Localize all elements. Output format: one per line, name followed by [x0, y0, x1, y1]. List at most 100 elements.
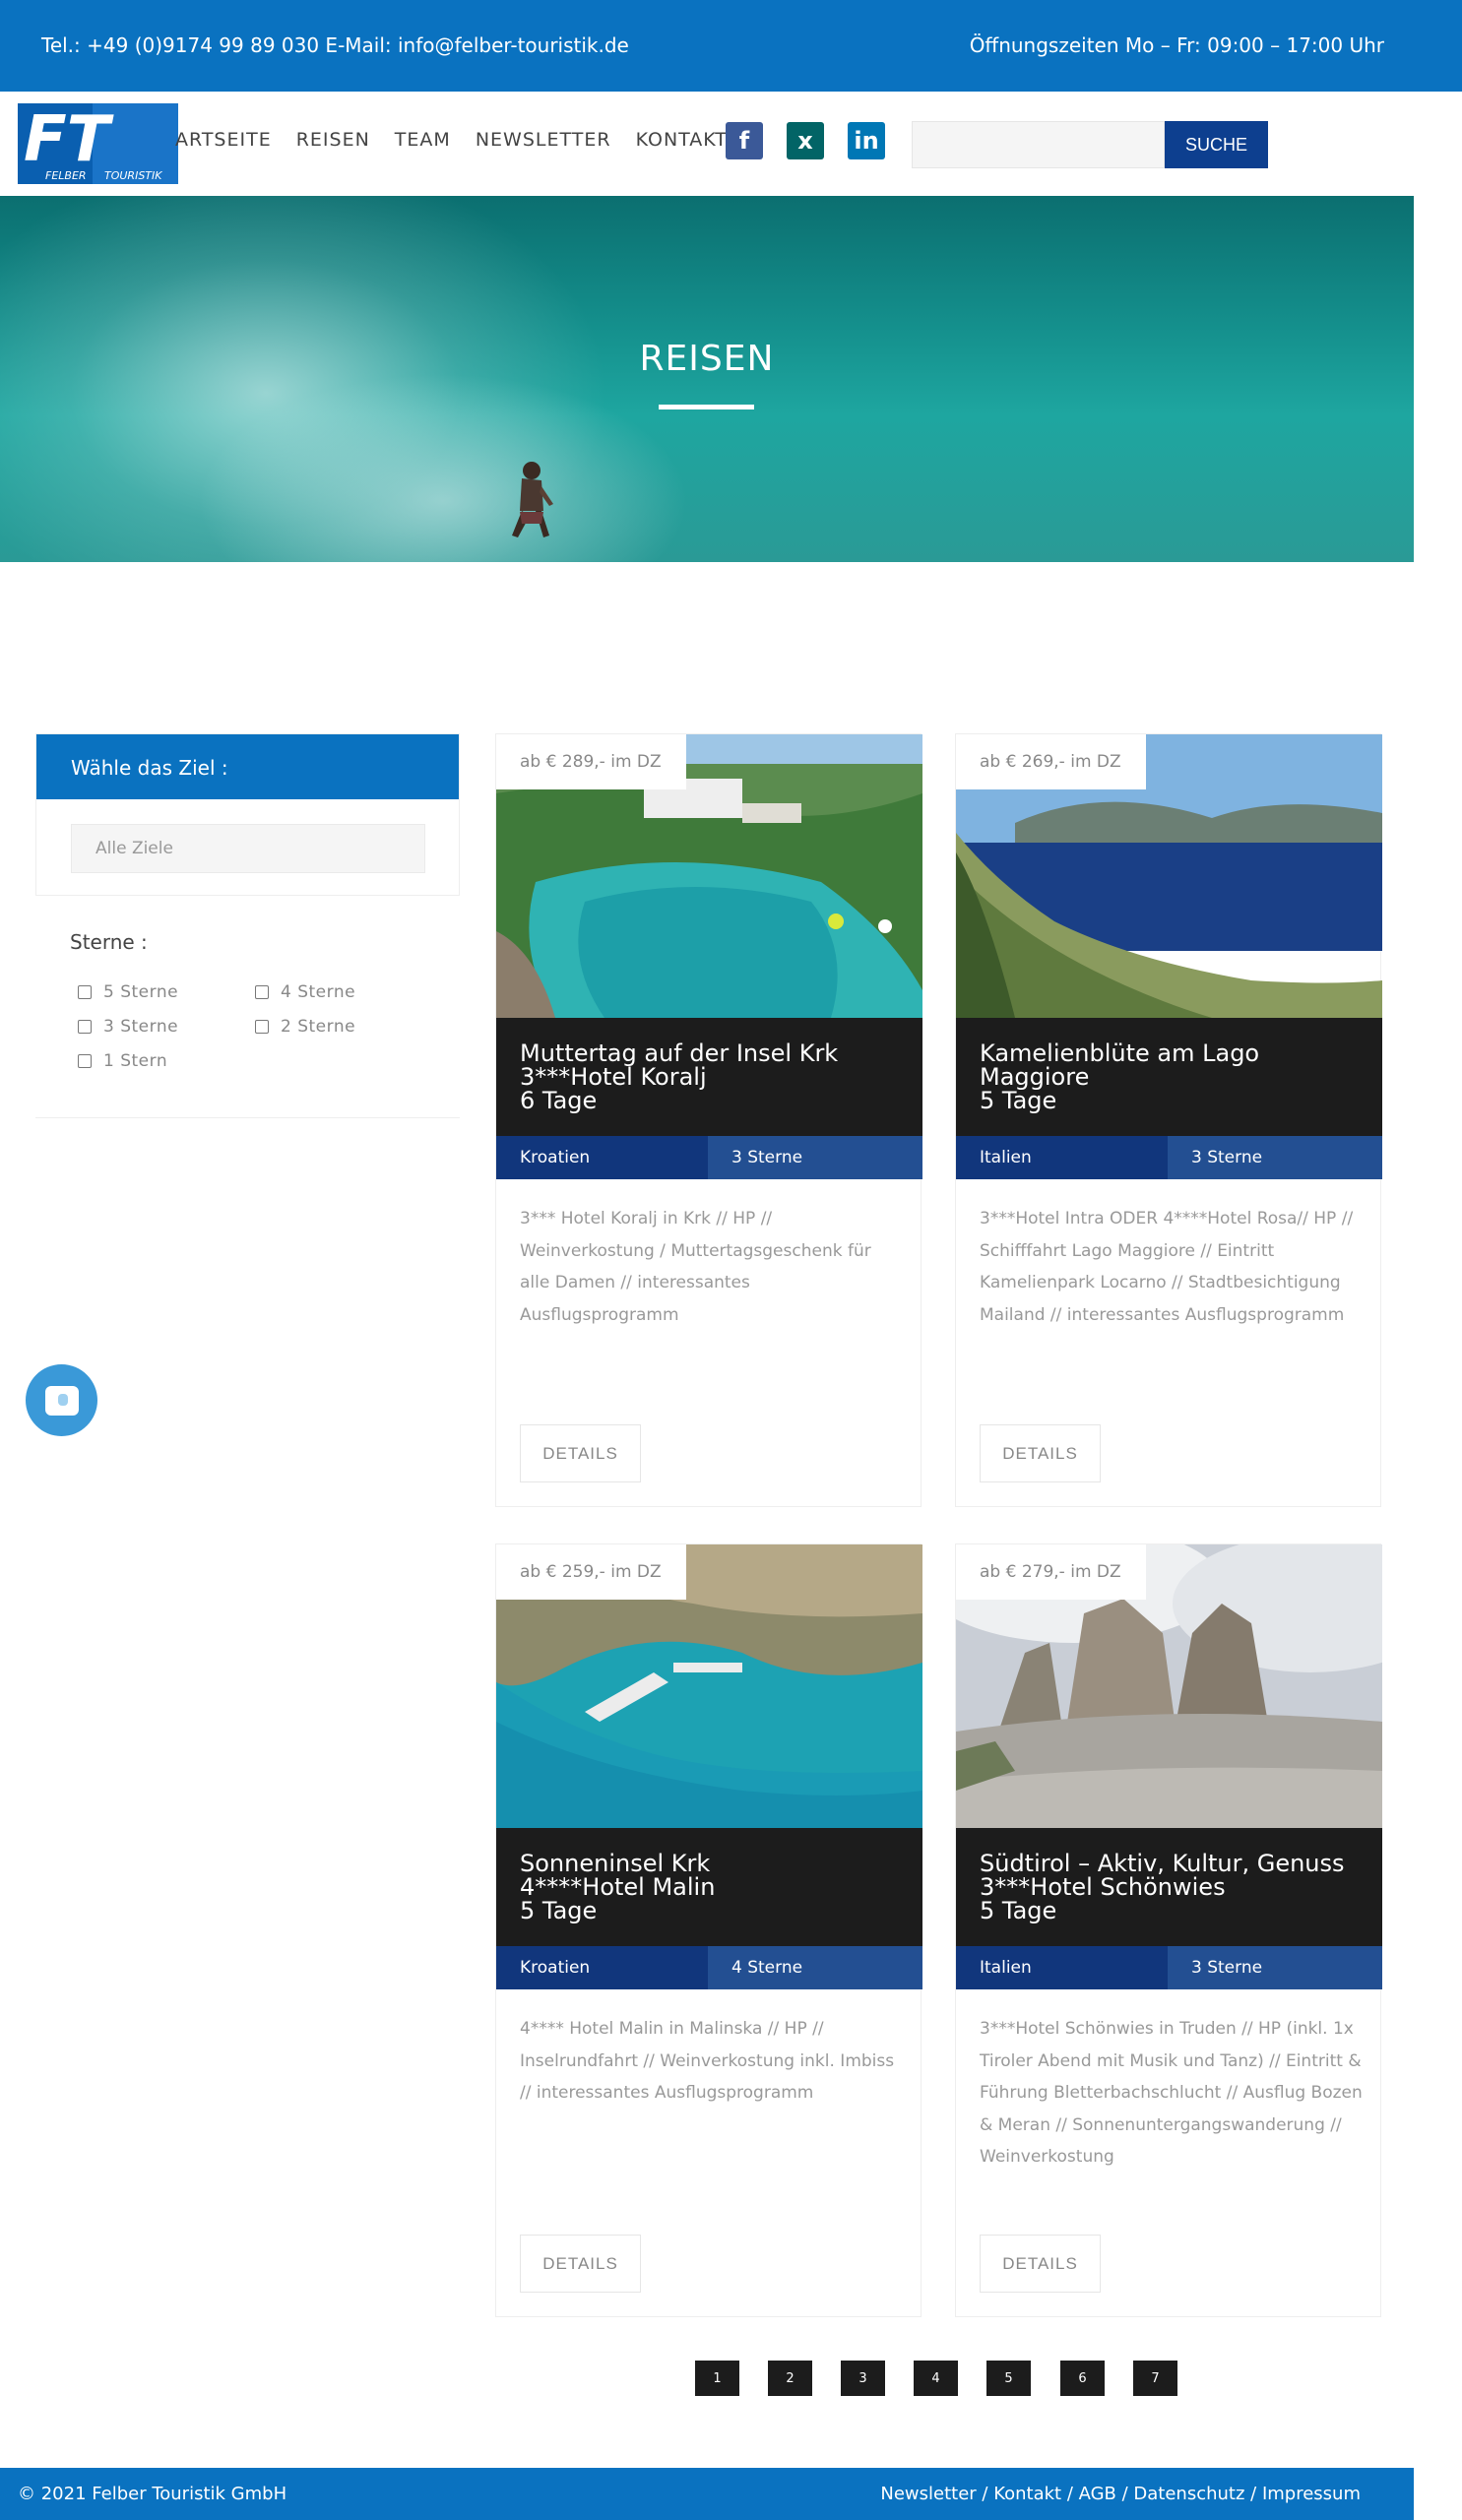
hero-title-underline	[659, 405, 754, 410]
trip-card: ab € 279,- im DZ Südtirol – Aktiv, Kultu…	[955, 1544, 1382, 2317]
destination-filter: Wähle das Ziel : Alle Ziele	[35, 733, 460, 896]
trip-price: ab € 269,- im DZ	[956, 734, 1146, 789]
trip-description: 3***Hotel Intra ODER 4****Hotel Rosa// H…	[980, 1209, 1354, 1325]
trip-title-line: Muttertag auf der Insel Krk	[520, 1040, 839, 1067]
trip-tags: Italien 3 Sterne	[956, 1946, 1382, 1989]
trip-title-line: Kamelienblüte am Lago	[980, 1040, 1260, 1067]
trip-title[interactable]: Sonneninsel Krk 4****Hotel Malin 5 Tage	[496, 1828, 922, 1946]
surfer-image	[512, 462, 553, 537]
trip-title[interactable]: Südtirol – Aktiv, Kultur, Genuss 3***Hot…	[956, 1828, 1382, 1946]
page-5[interactable]: 5	[986, 2361, 1031, 2396]
site-header: FT FELBER TOURISTIK ARTSEITE REISEN TEAM…	[0, 92, 1462, 196]
top-info-bar: Tel.: +49 (0)9174 99 89 030 E-Mail: info…	[0, 0, 1462, 92]
trip-stars-tag: 3 Sterne	[1168, 1946, 1382, 1989]
site-footer: © 2021 Felber Touristik GmbH Newsletter …	[0, 2468, 1414, 2520]
logo-sub2: TOURISTIK	[104, 169, 162, 182]
trip-tags: Italien 3 Sterne	[956, 1136, 1382, 1179]
chat-widget-button[interactable]	[26, 1364, 97, 1436]
trip-card: ab € 259,- im DZ Sonneninsel Krk 4****Ho…	[495, 1544, 922, 2317]
chat-bubble-icon	[44, 1385, 79, 1416]
trip-hotel-line: 3***Hotel Koralj	[520, 1063, 707, 1091]
filter-title: Wähle das Ziel :	[36, 734, 459, 799]
copyright: © 2021 Felber Touristik GmbH	[18, 2484, 287, 2504]
trip-title-line: Sonneninsel Krk	[520, 1850, 711, 1877]
trip-description: 3***Hotel Schönwies in Truden // HP (ink…	[980, 2019, 1363, 2167]
search-button[interactable]: SUCHE	[1165, 121, 1268, 168]
main-navigation: ARTSEITE REISEN TEAM NEWSLETTER KONTAKT	[175, 129, 752, 151]
details-button[interactable]: DETAILS	[980, 1424, 1101, 1482]
trip-duration-line: 6 Tage	[520, 1087, 598, 1114]
sidebar-divider	[35, 1117, 460, 1118]
xing-icon[interactable]: x	[787, 122, 824, 159]
nav-newsletter[interactable]: NEWSLETTER	[476, 129, 611, 151]
checkbox[interactable]	[255, 1020, 269, 1034]
star-option-4[interactable]: 4 Sterne	[255, 982, 355, 1002]
trip-description: 4**** Hotel Malin in Malinska // HP // I…	[520, 2019, 895, 2103]
trip-country-tag: Italien	[956, 1946, 1168, 1989]
checkbox[interactable]	[255, 985, 269, 999]
nav-reisen[interactable]: REISEN	[296, 129, 370, 151]
trip-title-line: Maggiore	[980, 1063, 1090, 1091]
trip-title-line: Südtirol – Aktiv, Kultur, Genuss	[980, 1850, 1345, 1877]
page-1[interactable]: 1	[695, 2361, 739, 2396]
star-option-label: 3 Sterne	[103, 1017, 179, 1037]
page-6[interactable]: 6	[1060, 2361, 1105, 2396]
nav-team[interactable]: TEAM	[395, 129, 451, 151]
page-2[interactable]: 2	[768, 2361, 812, 2396]
details-button[interactable]: DETAILS	[980, 2235, 1101, 2293]
search-input[interactable]	[912, 121, 1165, 168]
trip-tags: Kroatien 3 Sterne	[496, 1136, 922, 1179]
footer-links[interactable]: Newsletter / Kontakt / AGB / Datenschutz…	[880, 2484, 1361, 2504]
contact-info: Tel.: +49 (0)9174 99 89 030 E-Mail: info…	[41, 33, 629, 57]
trip-card: ab € 289,- im DZ Muttertag auf der Insel…	[495, 733, 922, 1507]
trip-hotel-line: 3***Hotel Schönwies	[980, 1873, 1226, 1901]
star-option-label: 1 Stern	[103, 1051, 168, 1071]
star-option-label: 5 Sterne	[103, 982, 179, 1002]
trip-title[interactable]: Muttertag auf der Insel Krk 3***Hotel Ko…	[496, 1018, 922, 1136]
trip-duration-line: 5 Tage	[980, 1897, 1057, 1924]
star-option-5[interactable]: 5 Sterne	[78, 982, 178, 1002]
trip-description: 3*** Hotel Koralj in Krk // HP // Weinve…	[520, 1209, 871, 1325]
star-option-label: 2 Sterne	[281, 1017, 356, 1037]
company-logo[interactable]: FT FELBER TOURISTIK	[18, 103, 178, 184]
trip-card: ab € 269,- im DZ Kamelienblüte am Lago M…	[955, 733, 1382, 1507]
trip-title[interactable]: Kamelienblüte am Lago Maggiore 5 Tage	[956, 1018, 1382, 1136]
destination-select[interactable]: Alle Ziele	[71, 824, 425, 873]
trip-price: ab € 279,- im DZ	[956, 1544, 1146, 1600]
nav-kontakt[interactable]: KONTAKT	[636, 129, 728, 151]
star-option-3[interactable]: 3 Sterne	[78, 1017, 178, 1037]
opening-hours: Öffnungszeiten Mo – Fr: 09:00 – 17:00 Uh…	[969, 33, 1384, 57]
checkbox[interactable]	[78, 985, 92, 999]
facebook-icon[interactable]: f	[726, 122, 763, 159]
hero-title: REISEN	[639, 339, 775, 379]
trip-country-tag: Italien	[956, 1136, 1168, 1179]
logo-graphic: FT FELBER TOURISTIK	[18, 103, 178, 184]
page-3[interactable]: 3	[841, 2361, 885, 2396]
logo-sub1: FELBER	[45, 169, 87, 182]
checkbox[interactable]	[78, 1020, 92, 1034]
trip-country-tag: Kroatien	[496, 1946, 708, 1989]
trip-duration-line: 5 Tage	[520, 1897, 598, 1924]
trip-hotel-line: 4****Hotel Malin	[520, 1873, 716, 1901]
checkbox[interactable]	[78, 1054, 92, 1068]
stars-filter-label: Sterne :	[70, 930, 148, 954]
trip-country-tag: Kroatien	[496, 1136, 708, 1179]
hero-banner: REISEN	[0, 196, 1414, 562]
star-option-1[interactable]: 1 Stern	[78, 1051, 167, 1071]
star-option-2[interactable]: 2 Sterne	[255, 1017, 355, 1037]
trip-stars-tag: 3 Sterne	[1168, 1136, 1382, 1179]
trip-tags: Kroatien 4 Sterne	[496, 1946, 922, 1989]
details-button[interactable]: DETAILS	[520, 1424, 641, 1482]
details-button[interactable]: DETAILS	[520, 2235, 641, 2293]
trip-price: ab € 289,- im DZ	[496, 734, 686, 789]
trip-stars-tag: 4 Sterne	[708, 1946, 922, 1989]
linkedin-icon[interactable]: in	[848, 122, 885, 159]
trip-stars-tag: 3 Sterne	[708, 1136, 922, 1179]
trip-price: ab € 259,- im DZ	[496, 1544, 686, 1600]
nav-startseite[interactable]: ARTSEITE	[175, 129, 272, 151]
logo-letters: FT	[24, 103, 114, 176]
page-4[interactable]: 4	[914, 2361, 958, 2396]
trip-duration-line: 5 Tage	[980, 1087, 1057, 1114]
star-option-label: 4 Sterne	[281, 982, 356, 1002]
page-7[interactable]: 7	[1133, 2361, 1177, 2396]
